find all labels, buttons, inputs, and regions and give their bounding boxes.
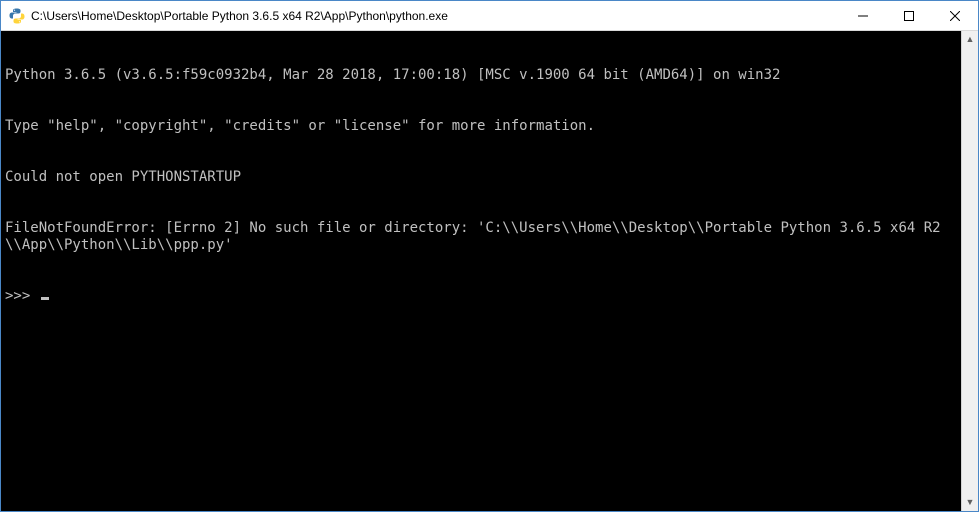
chevron-up-icon: ▲ [966,35,975,44]
cursor-icon [41,297,49,300]
close-button[interactable] [932,1,978,30]
console-prompt: >>> [5,288,39,305]
console-prompt-line: >>> [5,288,957,305]
window: C:\Users\Home\Desktop\Portable Python 3.… [0,0,979,512]
maximize-button[interactable] [886,1,932,30]
console-line: Python 3.6.5 (v3.6.5:f59c0932b4, Mar 28 … [5,67,957,84]
scroll-down-button[interactable]: ▼ [962,494,978,511]
console-output[interactable]: Python 3.6.5 (v3.6.5:f59c0932b4, Mar 28 … [1,31,961,511]
scroll-up-button[interactable]: ▲ [962,31,978,48]
console-line: Type "help", "copyright", "credits" or "… [5,118,957,135]
client-area: Python 3.6.5 (v3.6.5:f59c0932b4, Mar 28 … [1,31,978,511]
titlebar[interactable]: C:\Users\Home\Desktop\Portable Python 3.… [1,1,978,31]
console-line: FileNotFoundError: [Errno 2] No such fil… [5,220,957,254]
window-title: C:\Users\Home\Desktop\Portable Python 3.… [31,9,840,23]
console-line: Could not open PYTHONSTARTUP [5,169,957,186]
vertical-scrollbar[interactable]: ▲ ▼ [961,31,978,511]
scrollbar-track[interactable] [962,48,978,494]
minimize-button[interactable] [840,1,886,30]
chevron-down-icon: ▼ [966,498,975,507]
window-controls [840,1,978,30]
python-app-icon [9,8,25,24]
